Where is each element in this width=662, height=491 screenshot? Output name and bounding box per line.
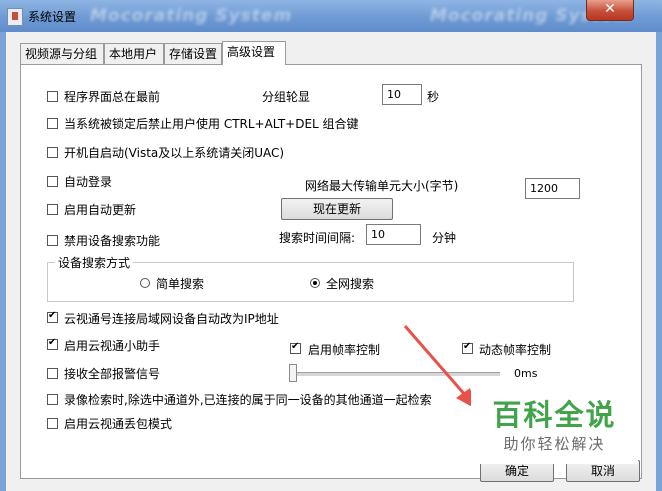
frame-rate-slider-thumb[interactable] — [289, 364, 297, 382]
full-search-radio[interactable] — [310, 278, 320, 288]
assistant-checkbox[interactable] — [47, 337, 58, 350]
enable-frame-rate-checkbox[interactable] — [290, 341, 301, 354]
auto-login-label: 自动登录 — [64, 175, 113, 189]
auto-update-checkbox[interactable] — [47, 204, 58, 215]
record-search-checkbox[interactable] — [47, 394, 58, 405]
auto-start-label: 开机自启动(Vista及以上系统请关闭UAC) — [64, 146, 285, 160]
watermark-logo: 百科全说 助你轻松解决 — [471, 386, 638, 464]
always-on-top-checkbox[interactable] — [47, 91, 58, 102]
mtu-input[interactable]: 1200 — [525, 178, 580, 199]
auto-ip-label: 云视通号连接局域网设备自动改为IP地址 — [64, 312, 279, 326]
full-search-label: 全网搜索 — [326, 277, 375, 291]
assistant-label: 启用云视通小助手 — [64, 339, 161, 353]
search-interval-label: 搜索时间间隔: — [279, 231, 356, 245]
tab-video-source[interactable]: 视频源与分组 — [20, 43, 104, 64]
auto-start-checkbox[interactable] — [47, 147, 58, 158]
group-rotation-input[interactable]: 10 — [382, 84, 422, 105]
simple-search-radio[interactable] — [140, 278, 150, 288]
enable-frame-rate-label: 启用帧率控制 — [308, 343, 381, 357]
close-icon: ✕ — [604, 1, 616, 17]
disable-device-search-label: 禁用设备搜索功能 — [64, 234, 161, 248]
packet-loss-label: 启用云视通丢包模式 — [64, 417, 173, 431]
search-interval-unit: 分钟 — [432, 231, 457, 245]
auto-login-checkbox[interactable] — [47, 176, 58, 187]
app-icon — [7, 8, 23, 26]
dynamic-frame-rate-checkbox[interactable] — [462, 341, 473, 354]
title-bar: 系统设置 Mocorating System Mocorating System… — [0, 0, 662, 32]
tab-local-user[interactable]: 本地用户 — [104, 43, 164, 64]
tab-storage[interactable]: 存储设置 — [164, 43, 222, 64]
watermark-subtitle: 助你轻松解决 — [503, 435, 606, 453]
always-on-top-label: 程序界面总在最前 — [64, 90, 161, 104]
simple-search-label: 简单搜索 — [156, 277, 205, 291]
auto-update-label: 启用自动更新 — [64, 203, 137, 217]
packet-loss-checkbox[interactable] — [47, 418, 58, 429]
receive-alarms-checkbox[interactable] — [47, 368, 58, 379]
blurred-title-text: Mocorating System — [90, 6, 293, 26]
receive-alarms-label: 接收全部报警信号 — [64, 367, 161, 381]
record-search-label: 录像检索时,除选中通道外,已连接的属于同一设备的其他通道一起检索 — [64, 393, 432, 407]
frame-rate-slider-track[interactable] — [290, 372, 500, 376]
dynamic-frame-rate-label: 动态帧率控制 — [479, 343, 552, 357]
frame-rate-slider-value: 0ms — [514, 367, 538, 380]
group-rotation-unit: 秒 — [427, 90, 440, 104]
mtu-label: 网络最大传输单元大小(字节) — [305, 179, 459, 193]
window-title: 系统设置 — [28, 10, 77, 24]
disable-ctrl-alt-del-label: 当系统被锁定后禁止用户使用 CTRL+ALT+DEL 组合键 — [64, 117, 359, 131]
tab-advanced[interactable]: 高级设置 — [222, 41, 286, 65]
search-interval-input[interactable]: 10 — [366, 224, 421, 245]
disable-ctrl-alt-del-checkbox[interactable] — [47, 118, 58, 129]
auto-ip-checkbox[interactable] — [47, 310, 58, 323]
group-rotation-label: 分组轮显 — [262, 90, 311, 104]
search-mode-title: 设备搜索方式 — [55, 254, 134, 271]
watermark-title: 百科全说 — [492, 398, 617, 432]
update-now-button[interactable]: 现在更新 — [281, 198, 393, 220]
disable-device-search-checkbox[interactable] — [47, 235, 58, 246]
close-button[interactable]: ✕ — [586, 0, 634, 21]
